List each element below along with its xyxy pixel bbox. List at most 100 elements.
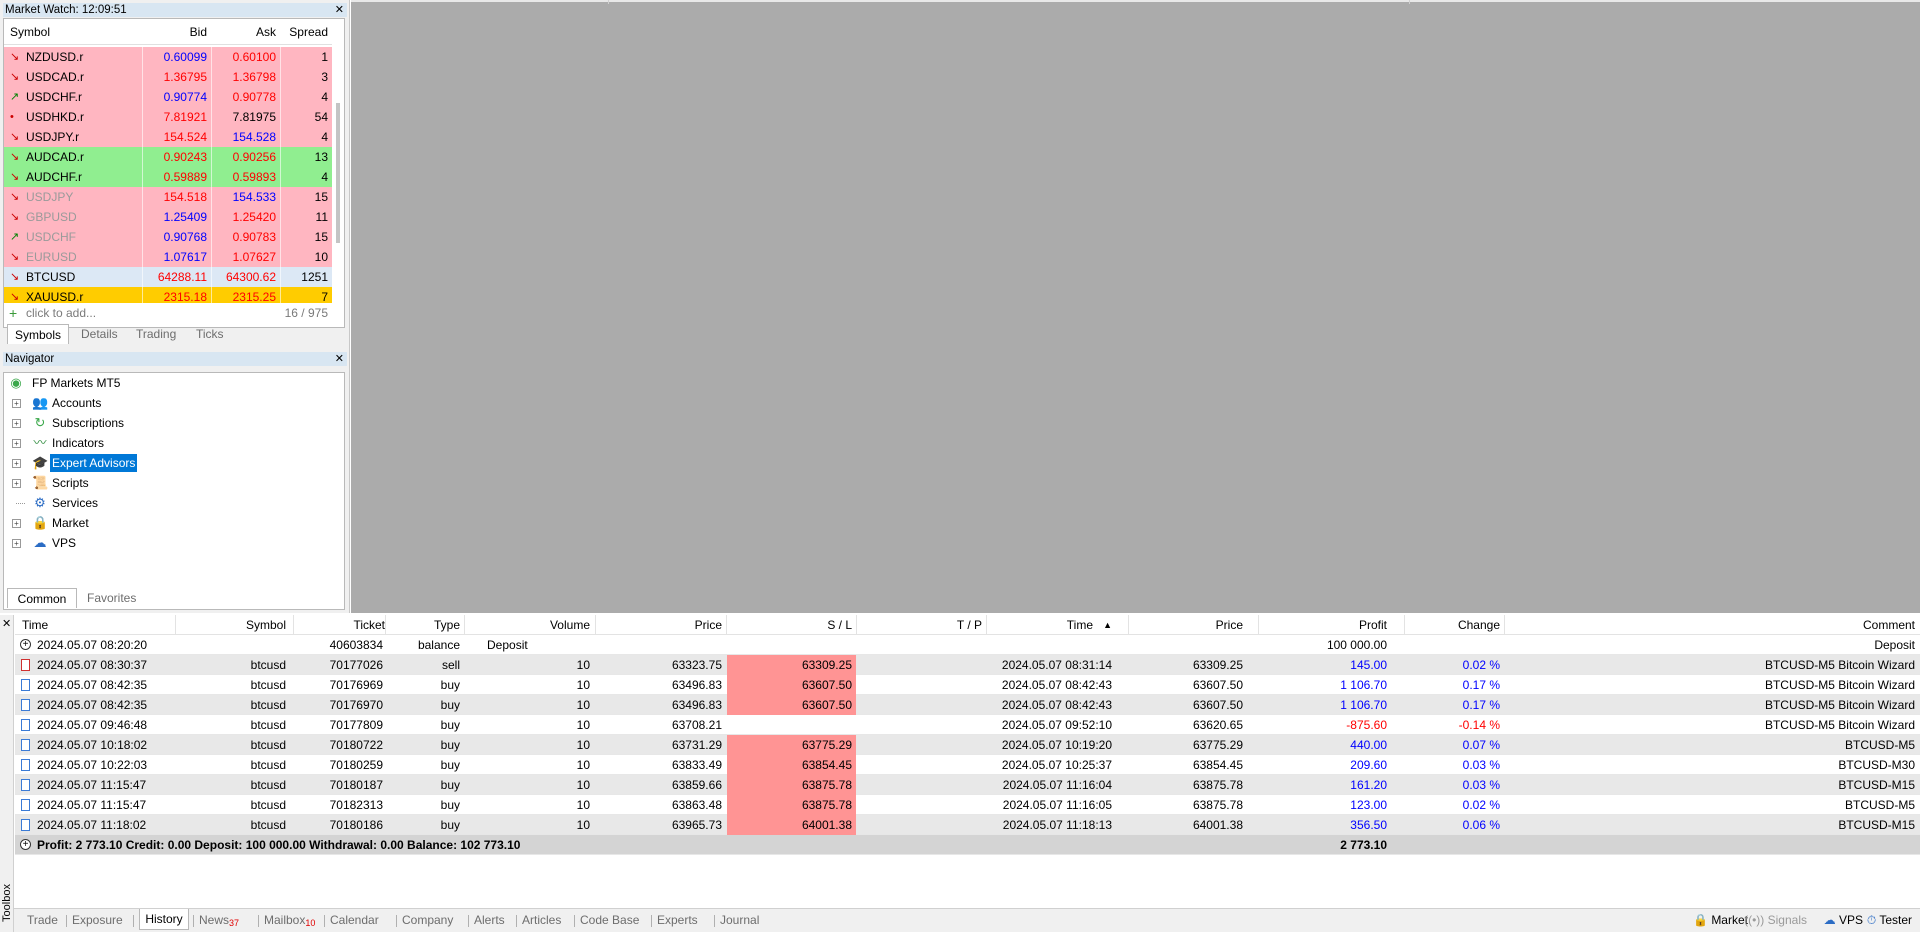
indicators-icon: 〰 bbox=[33, 435, 47, 450]
history-row[interactable]: 2024.05.07 10:22:03 btcusd 70180259 buy 10 63… bbox=[15, 755, 1920, 775]
tab-alerts[interactable]: Alerts bbox=[474, 912, 505, 931]
market-watch-row[interactable]: ↘ USDJPY 154.518 154.533 15 bbox=[4, 187, 332, 207]
expand-icon[interactable]: + bbox=[12, 479, 21, 488]
col-comment[interactable]: Comment bbox=[1863, 618, 1915, 632]
chart-workspace[interactable] bbox=[351, 0, 1920, 613]
tester-button[interactable]: ⏱ Tester bbox=[1867, 912, 1912, 931]
tab-exposure[interactable]: Exposure bbox=[72, 912, 123, 931]
navigator-item-subscriptions[interactable]: + ↻ Subscriptions bbox=[4, 413, 334, 433]
market-watch-row[interactable]: ↘ USDCAD.r 1.36795 1.36798 3 bbox=[4, 67, 332, 87]
expand-icon[interactable]: + bbox=[20, 639, 31, 650]
navigator-item-services[interactable]: ⚙ Services bbox=[4, 493, 334, 513]
expand-icon[interactable]: + bbox=[12, 459, 21, 468]
price-direction-icon: ↘ bbox=[10, 191, 20, 203]
close-icon[interactable]: ✕ bbox=[335, 352, 344, 366]
tab-details[interactable]: Details bbox=[81, 324, 118, 344]
market-button[interactable]: 🔒 Market bbox=[1693, 912, 1748, 931]
cell-price: 63859.66 bbox=[671, 778, 722, 792]
tab-calendar[interactable]: Calendar bbox=[330, 912, 379, 931]
col-time2[interactable]: Time bbox=[1067, 618, 1093, 632]
close-icon[interactable]: ✕ bbox=[2, 617, 11, 630]
market-watch-row[interactable]: • USDHKD.r 7.81921 7.81975 54 bbox=[4, 107, 332, 127]
close-icon[interactable]: ✕ bbox=[335, 3, 344, 17]
market-watch-row[interactable]: ↘ USDJPY.r 154.524 154.528 4 bbox=[4, 127, 332, 147]
navigator-item-expert-advisors[interactable]: + 🎓 Expert Advisors bbox=[4, 453, 334, 473]
tab-news[interactable]: News37 bbox=[199, 912, 239, 931]
market-watch-row[interactable]: ↘ EURUSD 1.07617 1.07627 10 bbox=[4, 247, 332, 267]
cell-ticket: 70177026 bbox=[329, 658, 383, 672]
market-watch-row[interactable]: ↘ BTCUSD 64288.11 64300.62 1251 bbox=[4, 267, 332, 287]
tab-experts[interactable]: Experts bbox=[657, 912, 698, 931]
navigator-item-market[interactable]: + 🔒 Market bbox=[4, 513, 334, 533]
tab-ticks[interactable]: Ticks bbox=[196, 324, 224, 344]
tab-symbols[interactable]: Symbols bbox=[7, 324, 69, 344]
expand-icon[interactable]: + bbox=[12, 539, 21, 548]
col-ticket[interactable]: Ticket bbox=[353, 618, 385, 632]
tab-articles[interactable]: Articles bbox=[522, 912, 561, 931]
history-row[interactable]: 2024.05.07 11:15:47 btcusd 70182313 buy 10 63… bbox=[15, 795, 1920, 815]
navigator-item-indicators[interactable]: + 〰 Indicators bbox=[4, 433, 334, 453]
col-sl[interactable]: S / L bbox=[827, 618, 852, 632]
expand-icon[interactable]: + bbox=[12, 519, 21, 528]
market-watch-row[interactable]: ↗ USDCHF 0.90768 0.90783 15 bbox=[4, 227, 332, 247]
cell-symbol: btcusd bbox=[250, 698, 286, 712]
signals-button[interactable]: ((•)) Signals bbox=[1744, 912, 1807, 931]
tab-common[interactable]: Common bbox=[7, 588, 77, 608]
tab-trading[interactable]: Trading bbox=[136, 324, 176, 344]
history-row[interactable]: 2024.05.07 10:18:02 btcusd 70180722 buy 10 63… bbox=[15, 735, 1920, 755]
tab-label: Trade bbox=[27, 913, 58, 927]
market-watch-row[interactable]: ↘ AUDCHF.r 0.59889 0.59893 4 bbox=[4, 167, 332, 187]
col-bid[interactable]: Bid bbox=[190, 25, 207, 39]
col-price2[interactable]: Price bbox=[1216, 618, 1243, 632]
col-price[interactable]: Price bbox=[695, 618, 722, 632]
col-symbol[interactable]: Symbol bbox=[10, 25, 50, 39]
expand-icon[interactable]: + bbox=[12, 399, 21, 408]
tab-journal[interactable]: Journal bbox=[720, 912, 759, 931]
tab-favorites[interactable]: Favorites bbox=[87, 588, 136, 608]
history-row[interactable]: 2024.05.07 11:15:47 btcusd 70180187 buy 10 63… bbox=[15, 775, 1920, 795]
expand-icon[interactable]: + bbox=[12, 439, 21, 448]
col-time[interactable]: Time bbox=[22, 618, 48, 632]
navigator-item-label: Accounts bbox=[52, 396, 102, 410]
history-row[interactable]: 2024.05.07 08:42:35 btcusd 70176970 buy 10 63… bbox=[15, 695, 1920, 715]
tab-mailbox[interactable]: Mailbox10 bbox=[264, 912, 315, 931]
divider bbox=[608, 0, 609, 4]
col-ask[interactable]: Ask bbox=[256, 25, 276, 39]
cell-type: balance bbox=[417, 638, 460, 652]
cell-ask: 1.07627 bbox=[232, 250, 276, 264]
col-volume[interactable]: Volume bbox=[550, 618, 590, 632]
balance-row[interactable]: + 2024.05.07 08:20:20 40603834 balance D… bbox=[15, 635, 1920, 655]
history-row[interactable]: 2024.05.07 11:18:02 btcusd 70180186 buy 10 63… bbox=[15, 815, 1920, 835]
vps-button[interactable]: ☁ VPS bbox=[1824, 912, 1863, 931]
col-spread[interactable]: Spread bbox=[289, 25, 328, 39]
col-type[interactable]: Type bbox=[434, 618, 460, 632]
tab-company[interactable]: Company bbox=[402, 912, 453, 931]
market-watch-row[interactable]: ↘ NZDUSD.r 0.60099 0.60100 1 bbox=[4, 47, 332, 67]
market-watch-row[interactable]: ↘ GBPUSD 1.25409 1.25420 11 bbox=[4, 207, 332, 227]
scroll-thumb[interactable] bbox=[336, 103, 340, 243]
col-symbol[interactable]: Symbol bbox=[246, 618, 286, 632]
cell-ask: 0.60100 bbox=[232, 50, 276, 64]
tab-code-base[interactable]: Code Base bbox=[580, 912, 639, 931]
market-watch-row[interactable]: ↘ AUDCAD.r 0.90243 0.90256 13 bbox=[4, 147, 332, 167]
history-row[interactable]: 2024.05.07 08:42:35 btcusd 70176969 buy 10 63… bbox=[15, 675, 1920, 695]
cell-profit: 1 106.70 bbox=[1340, 698, 1387, 712]
tab-trade[interactable]: Trade bbox=[27, 912, 58, 931]
history-row[interactable]: 2024.05.07 09:46:48 btcusd 70177809 buy 10 63… bbox=[15, 715, 1920, 735]
cell-volume: 10 bbox=[576, 698, 590, 712]
navigator-item-vps[interactable]: + ☁ VPS bbox=[4, 533, 334, 553]
cell-time: 2024.05.07 08:30:37 bbox=[37, 658, 148, 672]
col-tp[interactable]: T / P bbox=[957, 618, 982, 632]
col-profit[interactable]: Profit bbox=[1359, 618, 1387, 632]
navigator-item-accounts[interactable]: + 👥 Accounts bbox=[4, 393, 334, 413]
expand-icon[interactable]: + bbox=[12, 419, 21, 428]
col-change[interactable]: Change bbox=[1458, 618, 1500, 632]
history-row[interactable]: 2024.05.07 08:30:37 btcusd 70177026 sell 10 6… bbox=[15, 655, 1920, 675]
expand-icon[interactable]: + bbox=[20, 839, 31, 850]
market-watch-row[interactable]: ↗ USDCHF.r 0.90774 0.90778 4 bbox=[4, 87, 332, 107]
tab-history[interactable]: History bbox=[139, 909, 189, 930]
navigator-item-scripts[interactable]: + 📜 Scripts bbox=[4, 473, 334, 493]
market-watch-scrollbar[interactable] bbox=[333, 47, 343, 322]
add-symbol-row[interactable]: + click to add... 16 / 975 bbox=[4, 303, 332, 323]
cell-spread: 1251 bbox=[301, 270, 328, 284]
